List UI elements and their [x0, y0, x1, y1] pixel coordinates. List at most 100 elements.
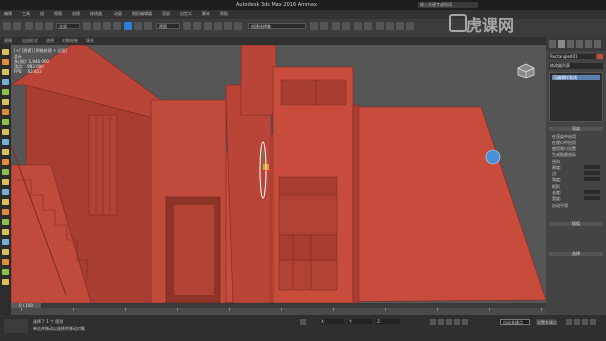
tab-hierarchy[interactable]	[567, 40, 574, 48]
align-tool-icon[interactable]	[2, 239, 9, 245]
array-tool-icon[interactable]	[2, 189, 9, 195]
modifier-stack[interactable]: 可编辑样条线	[549, 72, 603, 122]
select-by-name-icon[interactable]	[93, 22, 101, 30]
auto-key-button[interactable]: 自动关键点	[500, 319, 530, 325]
menu-item-customize[interactable]: 自定义	[180, 11, 192, 17]
set-key-button[interactable]: 设置关键点	[536, 319, 557, 325]
create-lights-icon[interactable]	[2, 69, 9, 75]
selection-filter-dropdown[interactable]: 全部	[56, 23, 80, 29]
ribbon-tab-populate[interactable]: 填充	[86, 38, 94, 44]
create-geometry-icon[interactable]	[2, 49, 9, 55]
clone-tool-icon[interactable]	[2, 199, 9, 205]
next-frame-icon[interactable]	[454, 319, 460, 325]
ribbon-tab-object-paint[interactable]: 对象绘制	[62, 38, 78, 44]
mirror-icon[interactable]	[310, 22, 318, 30]
material-tool-icon[interactable]	[2, 249, 9, 255]
select-and-move-icon[interactable]	[124, 22, 132, 30]
pan-icon[interactable]	[582, 319, 588, 325]
mirror-tool-icon[interactable]	[2, 219, 9, 225]
option-generate-mapping[interactable]: 生成贴图坐标	[552, 152, 576, 158]
scene-explorer-icon[interactable]	[342, 22, 350, 30]
timeline[interactable]: 0 / 100	[11, 303, 546, 315]
select-and-manipulate-icon[interactable]	[193, 22, 201, 30]
motion-icon[interactable]	[2, 129, 9, 135]
unlink-icon[interactable]	[35, 22, 43, 30]
search-input[interactable]: 键入关键字或短语	[418, 2, 478, 8]
menu-item-graph-editors[interactable]: 图形编辑器	[132, 11, 152, 17]
material-editor-icon[interactable]	[376, 22, 384, 30]
display-icon[interactable]	[2, 139, 9, 145]
thickness-spinner[interactable]	[584, 165, 600, 169]
menu-item-tools[interactable]: 工具	[22, 11, 30, 17]
go-to-end-icon[interactable]	[462, 319, 468, 325]
measure-tool-icon[interactable]	[2, 229, 9, 235]
play-icon[interactable]	[446, 319, 452, 325]
rendered-frame-window-icon[interactable]	[396, 22, 404, 30]
go-to-start-icon[interactable]	[430, 319, 436, 325]
light-tool-icon[interactable]	[2, 279, 9, 285]
tab-create[interactable]	[549, 40, 556, 48]
z-coordinate-field[interactable]: Z:	[376, 319, 400, 324]
spinner-snap-icon[interactable]	[234, 22, 242, 30]
space-warps-icon[interactable]	[2, 99, 9, 105]
render-tool-icon[interactable]	[2, 259, 9, 265]
angle-snap-icon[interactable]	[214, 22, 222, 30]
layer-explorer-icon[interactable]	[332, 22, 340, 30]
menu-item-rendering[interactable]: 渲染	[162, 11, 170, 17]
schematic-view-icon[interactable]	[364, 22, 372, 30]
redo-icon[interactable]	[13, 22, 21, 30]
viewcube-icon[interactable]	[517, 63, 535, 79]
ribbon-tab-modeling[interactable]: 建模	[4, 38, 12, 44]
ribbon-tab-selection[interactable]: 选择	[46, 38, 54, 44]
spacing-tool-icon[interactable]	[2, 209, 9, 215]
x-coordinate-field[interactable]: X:	[320, 319, 344, 324]
object-name-field[interactable]: Rectangle001	[549, 54, 595, 59]
length-spinner[interactable]	[584, 190, 600, 194]
menu-item-animation[interactable]: 动画	[114, 11, 122, 17]
stack-item-editable-spline[interactable]: 可编辑样条线	[552, 75, 600, 80]
hierarchy-icon[interactable]	[2, 119, 9, 125]
ribbon-tab-freeform[interactable]: 自由形式	[22, 38, 38, 44]
render-setup-icon[interactable]	[386, 22, 394, 30]
render-production-icon[interactable]	[406, 22, 414, 30]
create-helpers-icon[interactable]	[2, 89, 9, 95]
menu-item-help[interactable]: 帮助	[220, 11, 228, 17]
layer-tool-icon[interactable]	[2, 169, 9, 175]
curve-editor-icon[interactable]	[354, 22, 362, 30]
modifier-list-dropdown[interactable]: 修改器列表	[549, 63, 603, 69]
percent-snap-icon[interactable]	[224, 22, 232, 30]
create-shapes-icon[interactable]	[2, 59, 9, 65]
rollout-selection[interactable]: 选择	[549, 252, 603, 256]
previous-frame-icon[interactable]	[438, 319, 444, 325]
select-and-scale-icon[interactable]	[144, 22, 152, 30]
menu-item-modifiers[interactable]: 修改器	[90, 11, 102, 17]
maximize-viewport-icon[interactable]	[590, 319, 596, 325]
link-icon[interactable]	[25, 22, 33, 30]
select-and-rotate-icon[interactable]	[134, 22, 142, 30]
lock-selection-icon[interactable]	[300, 319, 306, 325]
snap-tool-icon[interactable]	[2, 159, 9, 165]
orbit-icon[interactable]	[574, 319, 580, 325]
tab-motion[interactable]	[576, 40, 583, 48]
create-cameras-icon[interactable]	[2, 79, 9, 85]
menu-item-scripting[interactable]: 脚本	[202, 11, 210, 17]
menu-item-group[interactable]: 组	[40, 11, 44, 17]
selection-region-icon[interactable]	[103, 22, 111, 30]
angle-spinner[interactable]	[584, 177, 600, 181]
perspective-viewport[interactable]: [+] [透视] [明暗处理 + 边面] 总计 多边形: 1,946 000 顶…	[11, 45, 546, 303]
utilities-icon[interactable]	[2, 149, 9, 155]
undo-icon[interactable]	[3, 22, 11, 30]
bind-space-warp-icon[interactable]	[45, 22, 53, 30]
paint-tool-icon[interactable]	[2, 179, 9, 185]
rollout-interpolation[interactable]: 插值	[549, 222, 603, 226]
systems-icon[interactable]	[2, 109, 9, 115]
tab-utilities[interactable]	[594, 40, 601, 48]
maxscript-listener[interactable]	[4, 319, 28, 333]
pivot-center-icon[interactable]	[183, 22, 191, 30]
tab-display[interactable]	[585, 40, 592, 48]
y-coordinate-field[interactable]: Y:	[348, 319, 372, 324]
select-object-icon[interactable]	[83, 22, 91, 30]
rollout-rendering[interactable]: 渲染	[549, 127, 603, 131]
track-bar[interactable]	[11, 308, 546, 315]
reference-coordinate-dropdown[interactable]: 视图	[156, 23, 180, 29]
